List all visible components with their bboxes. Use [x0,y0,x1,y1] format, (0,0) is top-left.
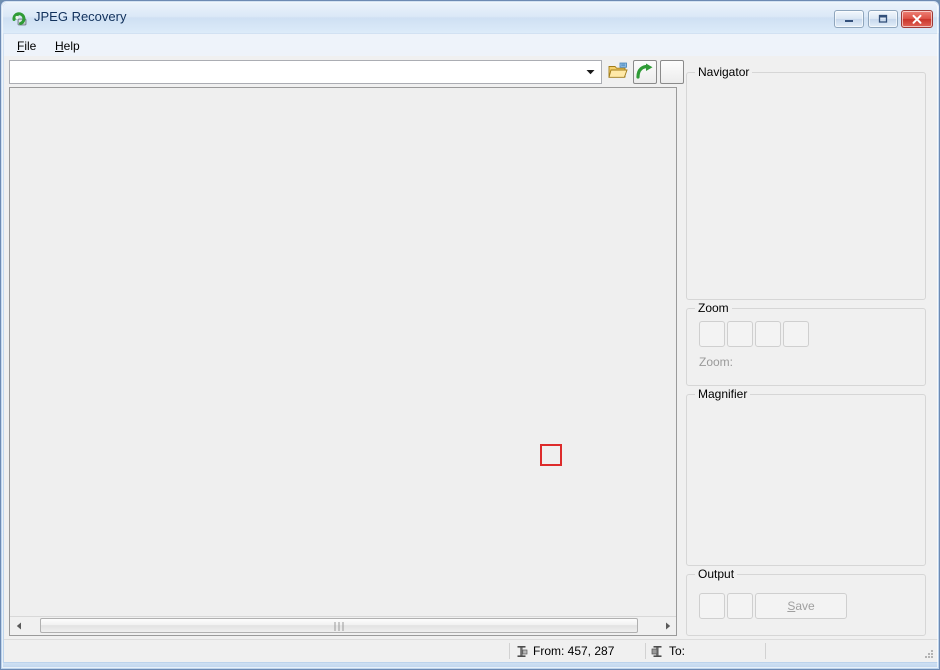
grip-icon [334,622,344,631]
save-label: ave [795,599,815,613]
minimize-icon [835,11,863,27]
image-view[interactable] [9,87,677,636]
status-to: To: [651,640,685,662]
horizontal-scrollbar[interactable] [10,616,676,635]
zoom-group: Zoom Zoom: [686,301,926,386]
status-from-label: From: 457, 287 [533,644,615,658]
side-panel: Navigator Zoom Zoom: Magnifier Output Sa… [686,60,934,636]
magnifier-title: Magnifier [695,387,751,401]
window-bottom-edge [2,663,938,669]
menu-file-label: ile [24,39,37,53]
status-from: From: 457, 287 [515,640,614,662]
open-folder-icon [608,62,628,83]
open-file-button[interactable] [606,60,630,84]
scroll-right-button[interactable] [659,617,676,634]
output-group: Output Save [686,567,926,636]
navigator-title: Navigator [695,65,753,79]
navigator-group: Navigator [686,65,926,300]
client-area: Navigator Zoom Zoom: Magnifier Output Sa… [4,56,938,639]
triangle-left-icon [16,619,22,633]
maximize-button[interactable] [868,10,898,28]
image-canvas[interactable] [10,88,676,617]
green-arrow-go-icon [636,63,654,82]
menu-item-help[interactable]: Help [48,37,87,55]
scrollbar-thumb[interactable] [40,618,638,633]
resize-grip-icon[interactable] [923,648,935,660]
close-icon [902,11,932,27]
triangle-right-icon [665,619,671,633]
zoom-button-3[interactable] [755,321,781,347]
path-toolbar [9,60,684,84]
menu-bar: File Help [4,34,938,56]
magnifier-group: Magnifier [686,387,926,566]
zoom-button-2[interactable] [727,321,753,347]
selection-start-icon [515,645,528,658]
maximize-icon [869,11,897,27]
panel-splitter[interactable] [680,87,685,636]
output-title: Output [695,567,738,581]
path-combobox[interactable] [9,60,602,84]
toolbar-extra-button[interactable] [660,60,684,84]
menu-help-mnemonic: H [55,39,64,53]
application-window: JPEG Recovery File Help Navigator Zoom Z… [0,0,940,670]
title-bar[interactable]: JPEG Recovery [3,3,939,33]
zoom-button-4[interactable] [783,321,809,347]
window-title: JPEG Recovery [34,9,127,24]
selection-rectangle[interactable] [540,444,562,466]
menu-help-label: elp [63,39,80,53]
menu-item-file[interactable]: File [10,37,43,55]
minimize-button[interactable] [834,10,864,28]
selection-end-icon [651,645,664,658]
chevron-down-icon[interactable] [581,62,599,82]
scroll-left-button[interactable] [10,617,27,634]
status-bar: From: 457, 287 To: [4,639,938,662]
recover-go-button[interactable] [633,60,657,84]
close-button[interactable] [901,10,933,28]
save-button[interactable]: Save [755,593,847,619]
zoom-level-label: Zoom: [699,355,734,369]
status-to-label: To: [669,644,686,658]
zoom-title: Zoom [695,301,732,315]
scrollbar-track[interactable] [27,617,659,634]
zoom-button-1[interactable] [699,321,725,347]
path-input[interactable] [12,63,576,81]
recovery-arrow-icon [11,10,29,28]
output-button-2[interactable] [727,593,753,619]
output-button-1[interactable] [699,593,725,619]
